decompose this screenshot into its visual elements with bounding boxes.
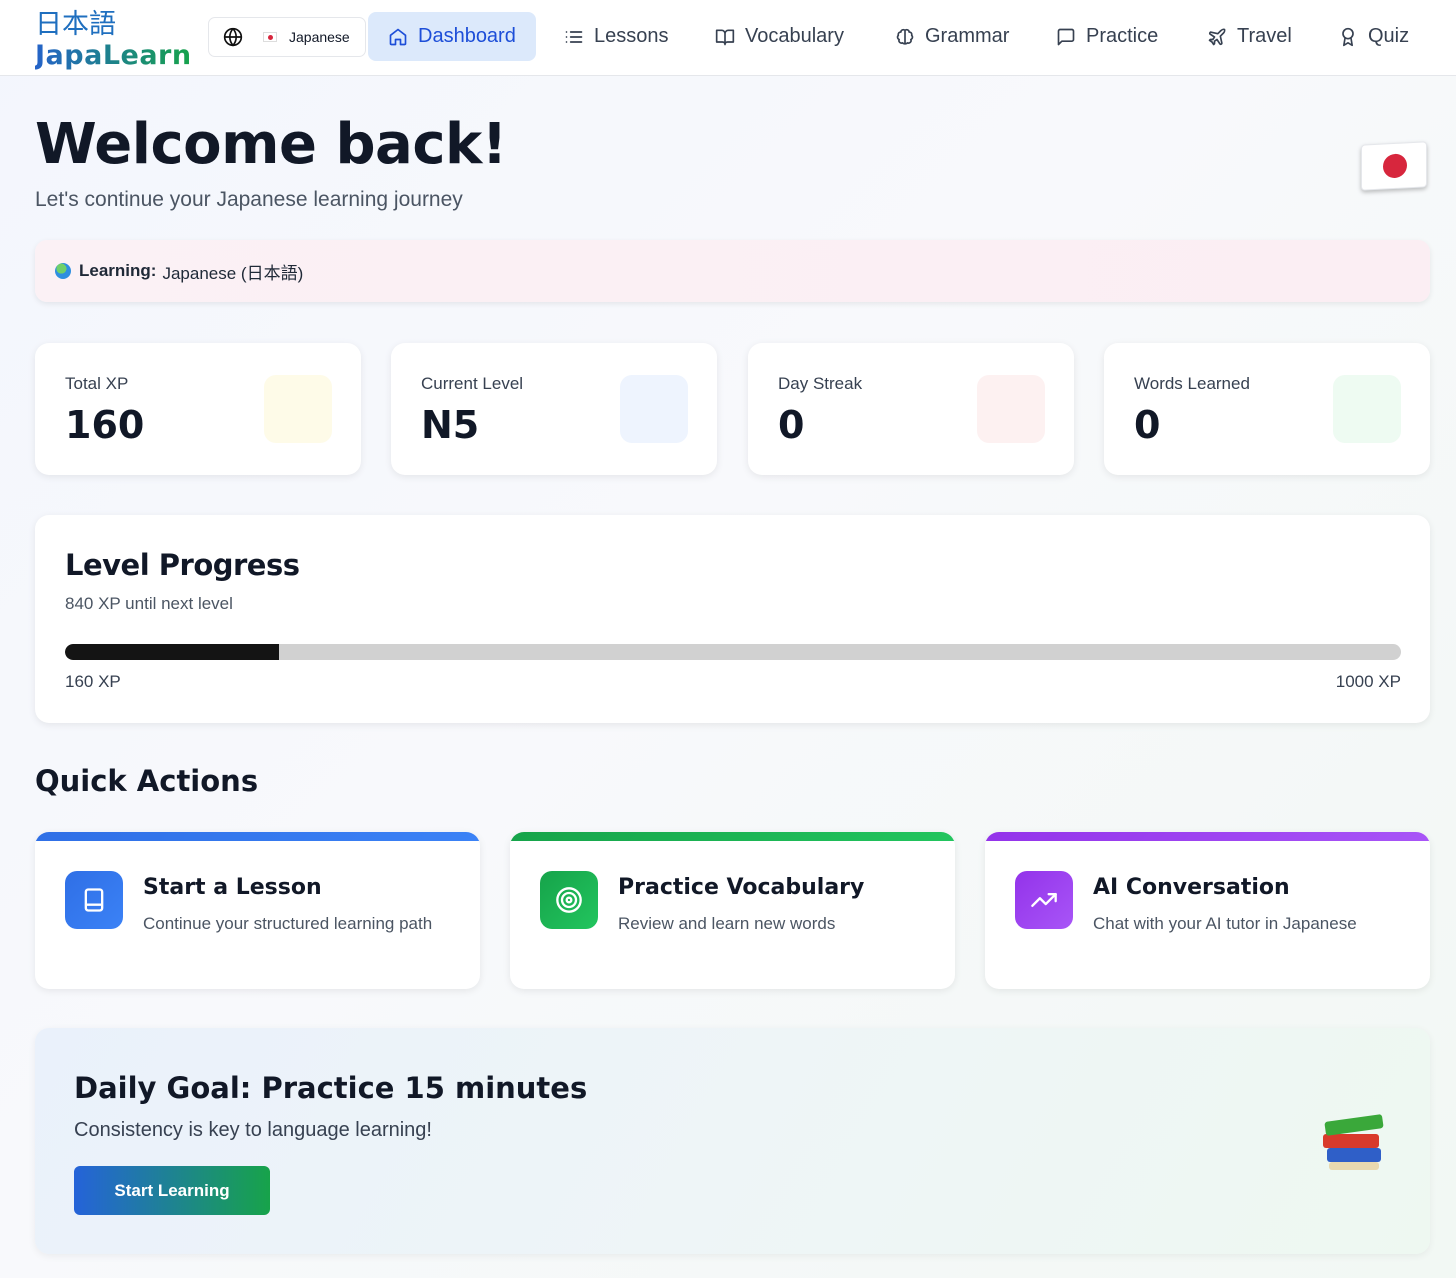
action-description: Continue your structured learning path <box>143 914 433 933</box>
action-title: AI Conversation <box>1093 875 1290 900</box>
language-selector-label: Japanese <box>289 29 350 45</box>
stat-label: Day Streak <box>778 374 863 393</box>
nav-item-label: Grammar <box>925 25 1010 47</box>
brand-japanese: 日本語 <box>35 9 116 40</box>
action-card-accent <box>35 832 480 841</box>
japan-flag-icon <box>263 32 277 42</box>
stat-icon-box <box>1333 375 1401 443</box>
stat-label: Total XP <box>65 374 129 393</box>
stat-label: Words Learned <box>1134 374 1250 393</box>
plane-icon <box>1208 28 1226 45</box>
globe-icon <box>223 27 243 47</box>
nav-item-label: Lessons <box>594 25 669 47</box>
quick-actions-heading: Quick Actions <box>35 764 259 798</box>
nav-item-label: Vocabulary <box>745 25 844 47</box>
trending-up-icon <box>1031 893 1057 907</box>
action-icon-box <box>540 871 598 929</box>
nav-item-label: Travel <box>1237 25 1292 47</box>
stat-card-total-xp: Total XP 160 <box>35 343 361 475</box>
japan-flag-icon <box>1361 141 1427 191</box>
top-nav: 日本語 JapaLearn Japanese Dashboard Lessons… <box>0 0 1456 76</box>
start-learning-button[interactable]: Start Learning <box>74 1166 270 1215</box>
stat-label: Current Level <box>421 374 524 393</box>
level-progress-title: Level Progress <box>65 548 300 582</box>
nav-item-lessons[interactable]: Lessons <box>544 12 689 61</box>
level-progress-target: 1000 XP <box>1335 672 1401 691</box>
action-description: Review and learn new words <box>618 914 836 933</box>
page-subtitle: Let's continue your Japanese learning jo… <box>35 188 463 211</box>
nav-item-practice[interactable]: Practice <box>1036 12 1178 61</box>
brand-name: JapaLearn <box>35 40 192 71</box>
brain-icon <box>896 28 914 45</box>
learning-value: Japanese (日本語) <box>162 263 304 283</box>
daily-goal-subtitle: Consistency is key to language learning! <box>74 1119 432 1141</box>
books-icon <box>1321 1104 1387 1172</box>
nav-item-label: Dashboard <box>418 25 516 47</box>
level-progress-card: Level Progress 840 XP until next level 1… <box>35 515 1430 723</box>
stat-card-day-streak: Day Streak 0 <box>748 343 1074 475</box>
action-icon-box <box>1015 871 1073 929</box>
action-title: Start a Lesson <box>143 875 322 900</box>
nav-item-label: Quiz <box>1368 25 1410 47</box>
action-title: Practice Vocabulary <box>618 875 865 900</box>
home-icon <box>389 28 407 45</box>
action-card-accent <box>985 832 1430 841</box>
daily-goal-title: Daily Goal: Practice 15 minutes <box>74 1071 588 1105</box>
level-progress-fill <box>65 644 279 660</box>
book-open-icon <box>715 29 735 45</box>
message-icon <box>1057 28 1075 45</box>
stat-icon-box <box>264 375 332 443</box>
stat-icon-box <box>977 375 1045 443</box>
target-icon <box>556 887 582 913</box>
action-card-accent <box>510 832 955 841</box>
globe-emoji-icon <box>55 263 71 279</box>
action-description: Chat with your AI tutor in Japanese <box>1093 914 1357 933</box>
nav-item-vocabulary[interactable]: Vocabulary <box>695 12 864 61</box>
book-icon <box>84 888 104 912</box>
stat-value: 0 <box>1134 403 1161 447</box>
learning-label: Learning: <box>79 261 157 280</box>
language-selector[interactable]: Japanese <box>208 17 366 57</box>
nav-item-label: Practice <box>1086 25 1159 47</box>
level-progress-current: 160 XP <box>65 672 121 691</box>
action-card-start-lesson[interactable]: Start a Lesson Continue your structured … <box>35 832 480 989</box>
nav-item-grammar[interactable]: Grammar <box>875 12 1029 61</box>
level-progress-bar <box>65 644 1401 660</box>
action-icon-box <box>65 871 123 929</box>
nav-item-travel[interactable]: Travel <box>1187 12 1312 61</box>
stat-value: 160 <box>65 403 145 447</box>
stat-card-current-level: Current Level N5 <box>391 343 717 475</box>
page-title: Welcome back! <box>35 112 507 177</box>
action-card-ai-conversation[interactable]: AI Conversation Chat with your AI tutor … <box>985 832 1430 989</box>
level-progress-subtitle: 840 XP until next level <box>65 594 233 613</box>
daily-goal-card: Daily Goal: Practice 15 minutes Consiste… <box>35 1028 1430 1254</box>
action-card-practice-vocabulary[interactable]: Practice Vocabulary Review and learn new… <box>510 832 955 989</box>
stat-card-words-learned: Words Learned 0 <box>1104 343 1430 475</box>
list-icon <box>565 30 583 43</box>
learning-language-banner: Learning: Japanese (日本語) <box>35 240 1430 302</box>
nav-item-dashboard[interactable]: Dashboard <box>368 12 536 61</box>
stat-icon-box <box>620 375 688 443</box>
award-icon <box>1342 27 1354 46</box>
nav-item-quiz[interactable]: Quiz <box>1318 12 1429 61</box>
stat-value: 0 <box>778 403 805 447</box>
stat-value: N5 <box>421 403 480 447</box>
